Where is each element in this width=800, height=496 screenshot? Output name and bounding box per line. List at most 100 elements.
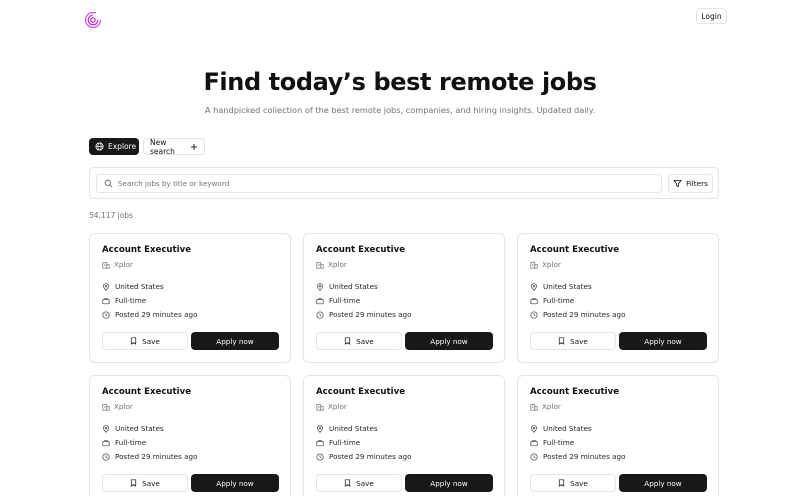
posted-text: Posted 29 minutes ago <box>543 310 626 319</box>
search-box[interactable] <box>96 174 662 193</box>
company-row: Xplor <box>102 260 133 269</box>
posted-row: Posted 29 minutes ago <box>316 310 411 319</box>
job-count: 54,117 jobs <box>89 211 133 220</box>
job-title[interactable]: Account Executive <box>316 245 405 255</box>
posted-text: Posted 29 minutes ago <box>115 452 198 461</box>
save-label: Save <box>142 478 160 488</box>
briefcase-icon <box>530 297 538 305</box>
plus-icon <box>190 143 198 151</box>
save-button[interactable]: Save <box>530 332 616 350</box>
location-row: United States <box>316 282 378 291</box>
apply-now-button[interactable]: Apply now <box>619 332 707 350</box>
clock-icon <box>102 310 110 319</box>
job-title[interactable]: Account Executive <box>102 245 191 255</box>
search-panel: Filters <box>89 167 719 199</box>
job-type-row: Full-time <box>530 438 574 447</box>
login-button[interactable]: Login <box>696 8 727 24</box>
posted-row: Posted 29 minutes ago <box>530 310 625 319</box>
posted-text: Posted 29 minutes ago <box>329 452 412 461</box>
map-pin-icon <box>316 424 324 433</box>
job-card[interactable]: Account Executive Xplor United States Fu… <box>89 233 291 363</box>
map-pin-icon <box>102 424 110 433</box>
map-pin-icon <box>102 282 110 291</box>
tab-new-search-label: New search <box>150 137 175 156</box>
logo-icon[interactable] <box>84 11 102 29</box>
posted-row: Posted 29 minutes ago <box>316 452 411 461</box>
save-button[interactable]: Save <box>316 332 402 350</box>
clock-icon <box>316 452 324 461</box>
company-name: Xplor <box>114 260 133 269</box>
location-text: United States <box>329 424 378 433</box>
save-label: Save <box>356 478 374 488</box>
save-label: Save <box>570 336 588 346</box>
tab-explore[interactable]: Explore <box>89 138 139 155</box>
save-button[interactable]: Save <box>102 332 188 350</box>
location-text: United States <box>543 282 592 291</box>
job-title[interactable]: Account Executive <box>316 387 405 397</box>
search-input[interactable] <box>118 179 638 188</box>
company-name: Xplor <box>328 260 347 269</box>
apply-now-button[interactable]: Apply now <box>405 332 493 350</box>
page-subtitle: A handpicked collection of the best remo… <box>204 105 596 115</box>
building-icon <box>102 261 110 269</box>
job-type-text: Full-time <box>329 438 361 447</box>
map-pin-icon <box>316 282 324 291</box>
job-title[interactable]: Account Executive <box>530 387 619 397</box>
location-text: United States <box>115 282 164 291</box>
briefcase-icon <box>530 439 538 447</box>
building-icon <box>316 261 324 269</box>
bookmark-icon <box>130 479 137 487</box>
map-pin-icon <box>530 282 538 291</box>
building-icon <box>316 403 324 411</box>
apply-now-button[interactable]: Apply now <box>191 332 279 350</box>
posted-row: Posted 29 minutes ago <box>530 452 625 461</box>
bookmark-icon <box>558 479 565 487</box>
filters-button[interactable]: Filters <box>668 174 713 193</box>
building-icon <box>530 261 538 269</box>
save-button[interactable]: Save <box>316 474 402 492</box>
tab-new-search[interactable]: New search <box>143 137 205 156</box>
job-title[interactable]: Account Executive <box>530 245 619 255</box>
job-card[interactable]: Account Executive Xplor United States Fu… <box>89 375 291 496</box>
posted-text: Posted 29 minutes ago <box>543 452 626 461</box>
save-button[interactable]: Save <box>102 474 188 492</box>
location-row: United States <box>102 282 164 291</box>
company-name: Xplor <box>114 402 133 411</box>
company-row: Xplor <box>102 402 133 411</box>
job-type-row: Full-time <box>530 296 574 305</box>
job-type-row: Full-time <box>102 438 146 447</box>
location-row: United States <box>530 282 592 291</box>
save-label: Save <box>142 336 160 346</box>
page-title: Find today’s best remote jobs <box>203 68 597 96</box>
apply-now-button[interactable]: Apply now <box>191 474 279 492</box>
tab-explore-label: Explore <box>108 142 137 151</box>
apply-now-button[interactable]: Apply now <box>619 474 707 492</box>
location-text: United States <box>543 424 592 433</box>
company-name: Xplor <box>542 260 561 269</box>
save-button[interactable]: Save <box>530 474 616 492</box>
clock-icon <box>530 452 538 461</box>
clock-icon <box>316 310 324 319</box>
briefcase-icon <box>102 297 110 305</box>
bookmark-icon <box>558 337 565 345</box>
clock-icon <box>102 452 110 461</box>
job-card[interactable]: Account Executive Xplor United States Fu… <box>303 233 505 363</box>
location-text: United States <box>329 282 378 291</box>
building-icon <box>530 403 538 411</box>
job-type-row: Full-time <box>316 296 360 305</box>
building-icon <box>102 403 110 411</box>
company-row: Xplor <box>316 402 347 411</box>
apply-now-button[interactable]: Apply now <box>405 474 493 492</box>
posted-row: Posted 29 minutes ago <box>102 310 197 319</box>
bookmark-icon <box>130 337 137 345</box>
job-type-row: Full-time <box>316 438 360 447</box>
job-card[interactable]: Account Executive Xplor United States Fu… <box>517 233 719 363</box>
company-row: Xplor <box>316 260 347 269</box>
job-card[interactable]: Account Executive Xplor United States Fu… <box>303 375 505 496</box>
clock-icon <box>530 310 538 319</box>
posted-row: Posted 29 minutes ago <box>102 452 197 461</box>
globe-icon <box>95 142 104 151</box>
job-card[interactable]: Account Executive Xplor United States Fu… <box>517 375 719 496</box>
job-title[interactable]: Account Executive <box>102 387 191 397</box>
location-row: United States <box>102 424 164 433</box>
